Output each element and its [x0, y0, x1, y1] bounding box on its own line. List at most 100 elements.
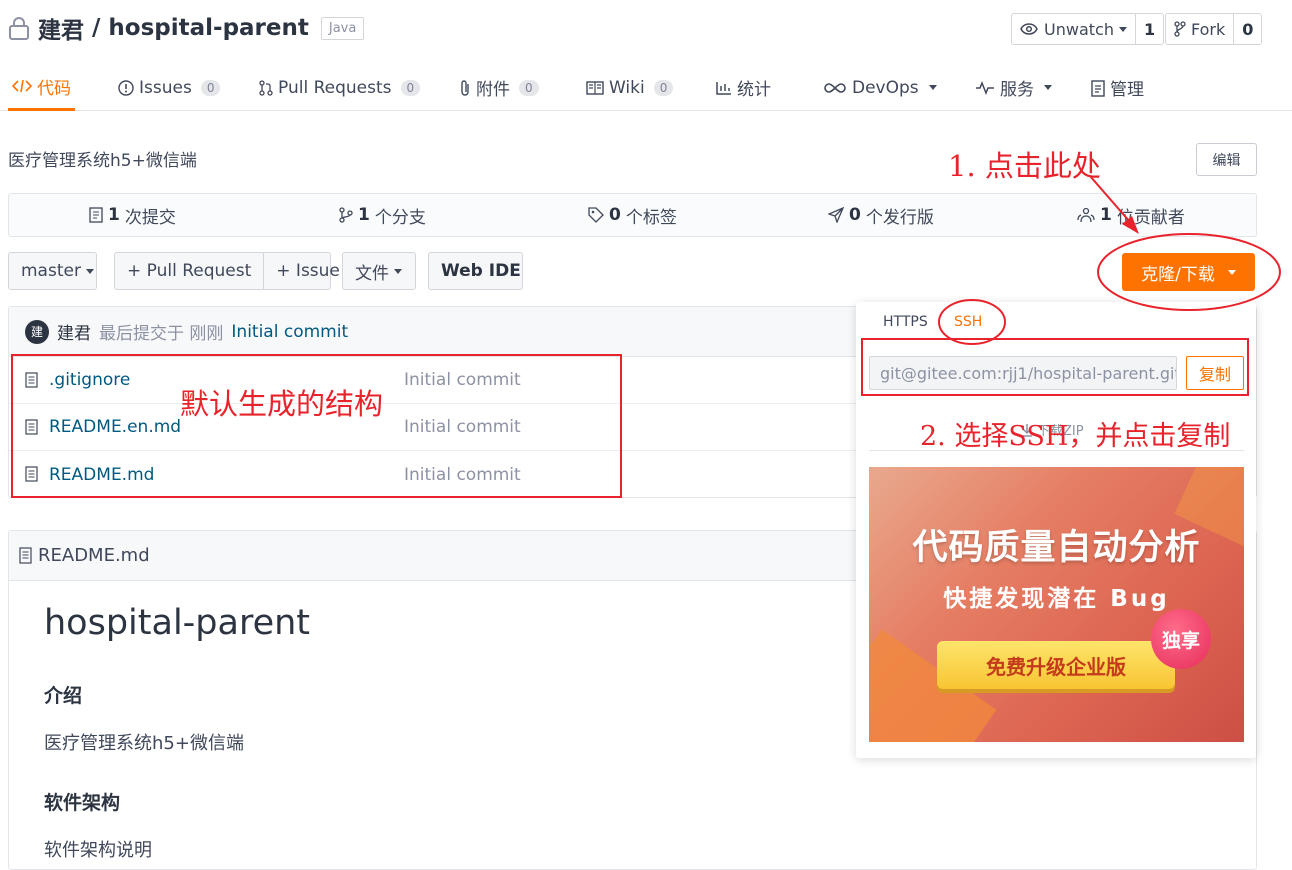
tab-label: 服务	[1000, 80, 1034, 100]
tab-label: 附件	[476, 80, 510, 100]
file-icon	[25, 466, 38, 482]
tab-services[interactable]: 服务	[975, 64, 1052, 111]
web-ide-button[interactable]: Web IDE	[428, 252, 523, 290]
stat-number: 1	[108, 205, 120, 225]
tab-count-badge: 0	[519, 79, 539, 96]
stat-label: 位贡献者	[1116, 207, 1185, 228]
repo-owner-link[interactable]: 建君	[38, 11, 84, 45]
annotation-structure: 默认生成的结构	[180, 387, 384, 421]
promo-headline: 代码质量自动分析	[912, 528, 1201, 568]
copy-url-button[interactable]: 复制	[1186, 356, 1244, 390]
file-name-link[interactable]: README.md	[49, 465, 154, 485]
tab-label: 管理	[1110, 80, 1144, 100]
file-name-link[interactable]: .gitignore	[49, 370, 130, 390]
stat-label: 个发行版	[865, 207, 934, 228]
commit-message[interactable]: Initial commit	[231, 322, 348, 342]
branch-select-label: master	[21, 261, 81, 281]
file-commit-message[interactable]: Initial commit	[404, 417, 521, 437]
file-name-link[interactable]: README.en.md	[49, 417, 181, 437]
commit-author[interactable]: 建君	[57, 319, 91, 344]
readme-arch-text: 软件架构说明	[44, 840, 152, 861]
release-icon	[828, 207, 844, 223]
promo-sticker: 独享	[1151, 609, 1211, 669]
promo-banner[interactable]: 代码质量自动分析 快捷发现潜在 Bug 免费升级企业版 独享	[869, 467, 1244, 742]
tab-issues[interactable]: Issues 0	[118, 64, 221, 111]
readme-title: hospital-parent	[44, 603, 311, 643]
new-issue-button[interactable]: + Issue	[263, 253, 352, 289]
language-badge[interactable]: Java	[320, 16, 365, 40]
watch-button-group: Unwatch 1	[1011, 13, 1165, 45]
chevron-down-icon	[928, 85, 937, 90]
infinity-icon	[823, 82, 847, 94]
tab-label: 代码	[37, 78, 71, 99]
stat-branches[interactable]: 1 个分支	[339, 194, 426, 236]
tab-stats[interactable]: 统计	[716, 64, 771, 111]
edit-description-button[interactable]: 编辑	[1196, 143, 1257, 176]
readme-arch-heading: 软件架构	[44, 792, 121, 814]
tab-label: DevOps	[852, 77, 919, 98]
eye-icon	[1020, 23, 1038, 35]
clone-url-input[interactable]: git@gitee.com:rjj1/hospital-parent.git	[869, 356, 1177, 390]
unwatch-label: Unwatch	[1044, 19, 1114, 39]
file-commit-message[interactable]: Initial commit	[404, 370, 521, 390]
file-commit-message[interactable]: Initial commit	[404, 465, 521, 485]
file-icon	[25, 372, 38, 388]
clone-download-button[interactable]: 克隆/下载	[1122, 253, 1255, 291]
file-menu-button[interactable]: 文件	[342, 252, 416, 290]
stat-contributors[interactable]: 1 位贡献者	[1077, 194, 1185, 236]
stat-number: 0	[849, 205, 861, 225]
new-pull-request-button[interactable]: + Pull Request	[115, 253, 263, 289]
pull-request-icon	[259, 79, 273, 96]
repo-path-separator: /	[92, 15, 101, 41]
file-icon	[19, 547, 32, 564]
fork-count[interactable]: 0	[1233, 14, 1261, 44]
issue-icon	[118, 79, 134, 96]
stat-commits[interactable]: 1 次提交	[89, 194, 176, 236]
lock-icon	[8, 16, 30, 40]
chevron-down-icon	[85, 268, 94, 274]
tab-wiki[interactable]: Wiki 0	[586, 64, 674, 111]
repo-name-link[interactable]: hospital-parent	[108, 15, 308, 41]
repo-stats-bar: 1 次提交 1 个分支 0 个标签 0 个发行版 1 位贡献者	[8, 193, 1257, 237]
tab-ssh[interactable]: SSH	[954, 314, 982, 330]
tab-devops[interactable]: DevOps	[823, 64, 937, 111]
attachment-icon	[459, 79, 471, 97]
clipboard-icon	[1091, 79, 1105, 97]
stat-tags[interactable]: 0 个标签	[588, 194, 677, 236]
watch-count[interactable]: 1	[1134, 14, 1163, 44]
commit-icon	[89, 207, 103, 223]
tab-code[interactable]: 代码	[8, 64, 75, 111]
promo-cta-button[interactable]: 免费升级企业版	[937, 641, 1175, 689]
tab-attachments[interactable]: 附件 0	[459, 64, 539, 111]
avatar[interactable]: 建	[25, 319, 49, 344]
readme-filename: README.md	[38, 545, 150, 566]
stat-label: 次提交	[124, 207, 176, 228]
branch-select[interactable]: master	[8, 252, 97, 290]
bar-chart-icon	[716, 81, 732, 95]
fork-button[interactable]: Fork	[1166, 14, 1233, 44]
file-icon	[25, 419, 38, 435]
create-button-group: + Pull Request + Issue	[114, 252, 340, 290]
tab-count-badge: 0	[400, 79, 421, 96]
tab-count-badge: 0	[653, 79, 674, 96]
unwatch-button[interactable]: Unwatch	[1012, 14, 1135, 44]
tab-label: Wiki	[609, 77, 645, 98]
commit-meta: 最后提交于 刚刚	[99, 324, 224, 344]
tab-https[interactable]: HTTPS	[883, 314, 928, 330]
repo-header: 建君 / hospital-parent Java	[8, 10, 365, 46]
stat-number: 1	[1100, 205, 1112, 225]
stat-label: 个标签	[625, 207, 677, 228]
tab-pull-requests[interactable]: Pull Requests 0	[259, 64, 421, 111]
chevron-down-icon	[1227, 269, 1236, 275]
annotation-step2: 2. 选择SSH，并点击复制	[920, 421, 1231, 452]
tab-manage[interactable]: 管理	[1091, 64, 1144, 111]
annotation-step1: 1. 点击此处	[948, 149, 1101, 183]
repo-description: 医疗管理系统h5+微信端	[8, 151, 197, 171]
tab-count-badge: 0	[200, 79, 221, 96]
stat-releases[interactable]: 0 个发行版	[828, 194, 934, 236]
branch-icon	[339, 207, 353, 223]
clone-dropdown: HTTPS SSH git@gitee.com:rjj1/hospital-pa…	[856, 302, 1256, 758]
contributors-icon	[1077, 207, 1095, 223]
tag-icon	[588, 207, 604, 223]
chevron-down-icon	[1044, 85, 1052, 90]
